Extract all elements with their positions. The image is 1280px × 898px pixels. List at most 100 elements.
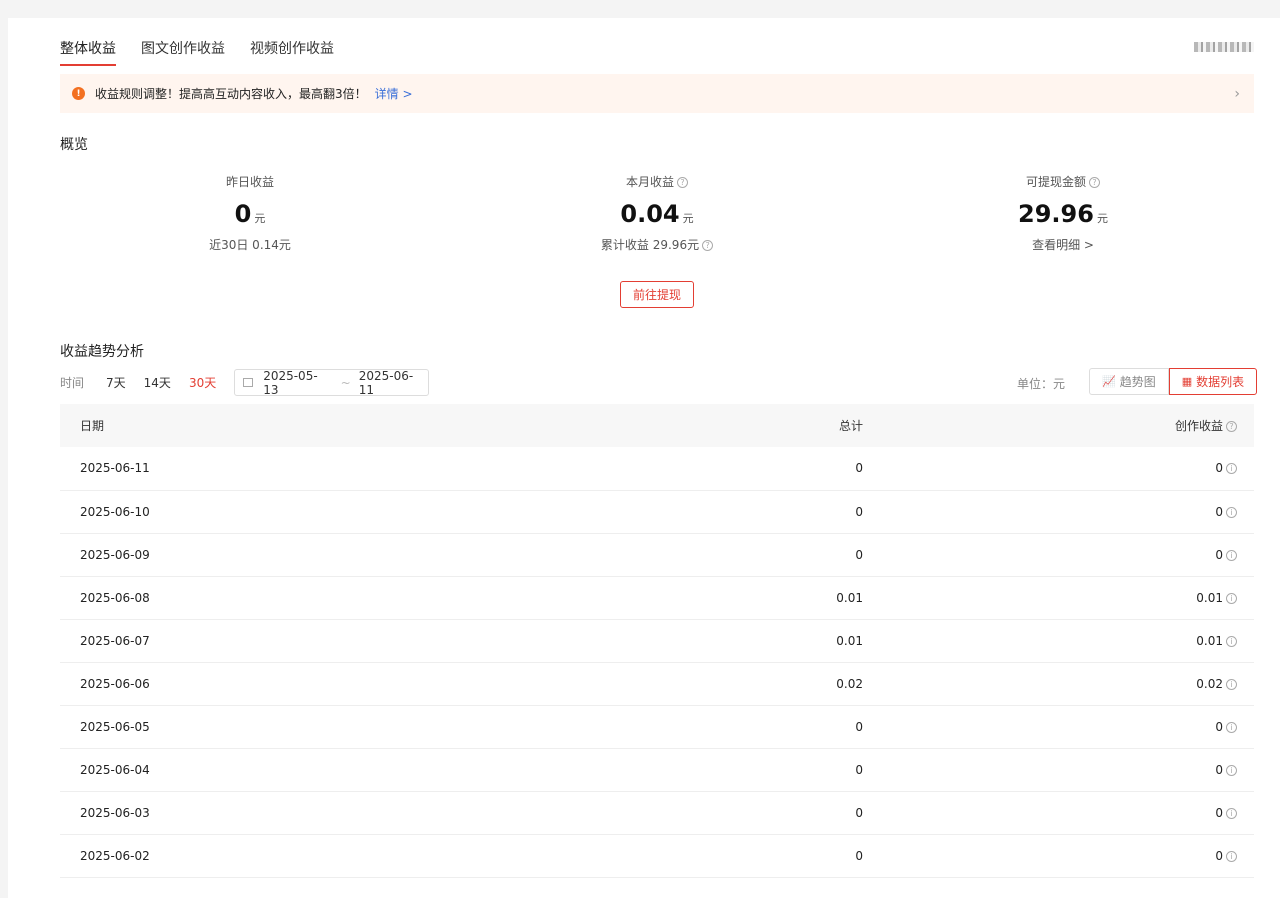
cell-total: 0 [855, 762, 863, 777]
cell-date: 2025-06-05 [80, 719, 150, 734]
table-icon: ▦ [1181, 375, 1193, 388]
trend-title: 收益趋势分析 [60, 344, 144, 360]
stat-label: 可提现金额? [903, 173, 1223, 190]
table-row: 2025-06-08 0.01 0.01 i [60, 576, 1254, 619]
blurred-user-info [1194, 42, 1254, 52]
cell-creation-income: 0i [863, 447, 1254, 490]
info-icon[interactable]: i [1226, 506, 1237, 518]
income-table: 日期 总计 创作收益? 2025-06-11 0 0 i 2025-06-10 0 0 i 20… [60, 404, 1254, 878]
tab-bar: 整体收益 图文创作收益 视频创作收益 [60, 38, 334, 66]
range-30d[interactable]: 30天 [189, 374, 216, 391]
stat-sub: 累计收益 29.96元? [497, 236, 817, 253]
cell-total: 0 [855, 719, 863, 734]
stat-value: 0.04 元 [620, 200, 694, 228]
tab-overall-income[interactable]: 整体收益 [60, 38, 116, 66]
table-row: 2025-06-10 0 0 i [60, 490, 1254, 533]
cell-creation-income: 0i [863, 791, 1254, 834]
info-icon[interactable]: i [1226, 807, 1237, 819]
cell-date: 2025-06-09 [80, 547, 150, 562]
header-date: 日期 [80, 419, 105, 433]
info-icon[interactable]: i [1226, 463, 1237, 475]
cell-total: 0.02 [836, 676, 863, 691]
cell-creation-income: 0i [863, 748, 1254, 791]
help-icon[interactable]: ? [1089, 177, 1100, 188]
table-row: 2025-06-11 0 0 i [60, 447, 1254, 490]
cell-date: 2025-06-02 [80, 848, 150, 863]
stat-value: 0元 [234, 200, 266, 228]
view-details-link[interactable]: 查看明细 > [903, 236, 1223, 253]
cell-creation-income: 0.02 i [863, 662, 1254, 705]
info-icon[interactable]: i [1226, 635, 1237, 647]
cell-date: 2025-06-06 [80, 676, 150, 691]
cell-creation-income: 0i [863, 533, 1254, 576]
cell-date: 2025-06-10 [80, 504, 150, 519]
cell-total: 0 [855, 848, 863, 863]
date-end: 2025-06-11 [358, 368, 414, 397]
range-14d[interactable]: 14天 [144, 374, 171, 391]
main-panel: 整体收益 图文创作收益 视频创作收益 ! 收益规则调整！提高高互动内容收入，最高… [8, 18, 1280, 898]
view-chart-button[interactable]: 📈 趋势图 [1089, 368, 1169, 395]
cell-creation-income: 0.01 i [863, 576, 1254, 619]
stat-label: 昨日收益 [225, 175, 274, 189]
cell-date: 2025-06-04 [80, 762, 150, 777]
header-total: 总计 [838, 419, 863, 433]
unit-label: 单位：元 [1017, 377, 1066, 391]
cell-creation-income: 0i [863, 490, 1254, 533]
info-icon[interactable]: i [1226, 678, 1237, 690]
table-row: 2025-06-04 0 0 i [60, 748, 1254, 791]
range-7d[interactable]: 7天 [106, 374, 126, 391]
table-row: 2025-06-06 0.02 0.02 i [60, 662, 1254, 705]
cell-total: 0 [855, 547, 863, 562]
cell-date: 2025-06-03 [80, 805, 150, 820]
date-range-picker[interactable]: 2025-05-13 ~ 2025-06-11 [234, 368, 430, 397]
info-icon[interactable]: i [1226, 721, 1237, 733]
header-creation-income: 创作收益? [863, 404, 1254, 447]
warning-icon: ! [72, 87, 85, 100]
view-toggle: 📈 趋势图 ▦ 数据列表 [1089, 368, 1258, 395]
line-chart-icon: 📈 [1102, 375, 1116, 388]
tab-video-income[interactable]: 视频创作收益 [250, 38, 334, 66]
help-icon[interactable]: ? [1226, 421, 1237, 432]
cell-creation-income: 0i [863, 705, 1254, 748]
cell-creation-income: 0.01 i [863, 619, 1254, 662]
cell-date: 2025-06-07 [80, 633, 150, 648]
time-label: 时间 [60, 376, 85, 390]
help-icon[interactable]: ? [677, 177, 688, 188]
time-filter: 时间 7天 14天 30天 2025-05-13 ~ 2025-06-11 [60, 368, 430, 397]
cell-total: 0 [855, 805, 863, 820]
help-icon[interactable]: ? [702, 240, 714, 251]
calendar-icon [243, 378, 254, 387]
stat-value: 29.96 元 [1018, 200, 1108, 228]
view-table-button[interactable]: ▦ 数据列表 [1168, 368, 1258, 395]
withdraw-button[interactable]: 前往提现 [620, 281, 694, 308]
stat-label: 本月收益? [497, 173, 817, 190]
stat-month: 本月收益? 0.04 元 累计收益 29.96元? [497, 173, 817, 253]
info-icon[interactable]: i [1226, 549, 1237, 561]
date-separator: ~ [340, 375, 351, 390]
stat-withdrawable: 可提现金额? 29.96 元 查看明细 > [903, 173, 1223, 253]
cell-total: 0 [855, 504, 863, 519]
table-row: 2025-06-02 0 0 i [60, 834, 1254, 877]
table-row: 2025-06-03 0 0 i [60, 791, 1254, 834]
cell-date: 2025-06-11 [80, 461, 150, 476]
info-icon[interactable]: i [1226, 592, 1237, 604]
stat-yesterday: 昨日收益 0元 近30日 0.14元 [90, 173, 410, 253]
chevron-right-icon[interactable]: › [1234, 86, 1240, 102]
table-row: 2025-06-07 0.01 0.01 i [60, 619, 1254, 662]
tab-article-income[interactable]: 图文创作收益 [141, 38, 225, 66]
cell-total: 0 [855, 461, 863, 476]
table-row: 2025-06-09 0 0 i [60, 533, 1254, 576]
stat-sub: 近30日 0.14元 [209, 238, 291, 252]
notice-banner[interactable]: ! 收益规则调整！提高高互动内容收入，最高翻3倍！ 详情 > › [60, 74, 1254, 113]
table-header-row: 日期 总计 创作收益? [60, 404, 1254, 447]
cell-total: 0.01 [836, 633, 863, 648]
cell-date: 2025-06-08 [80, 590, 150, 605]
date-start: 2025-05-13 [263, 368, 318, 397]
notice-details-link[interactable]: 详情 > [375, 85, 413, 102]
notice-text: 收益规则调整！提高高互动内容收入，最高翻3倍！ [95, 87, 367, 101]
table-row: 2025-06-05 0 0 i [60, 705, 1254, 748]
cell-creation-income: 0i [863, 834, 1254, 877]
info-icon[interactable]: i [1226, 850, 1237, 862]
info-icon[interactable]: i [1226, 764, 1237, 776]
cell-total: 0.01 [836, 590, 863, 605]
